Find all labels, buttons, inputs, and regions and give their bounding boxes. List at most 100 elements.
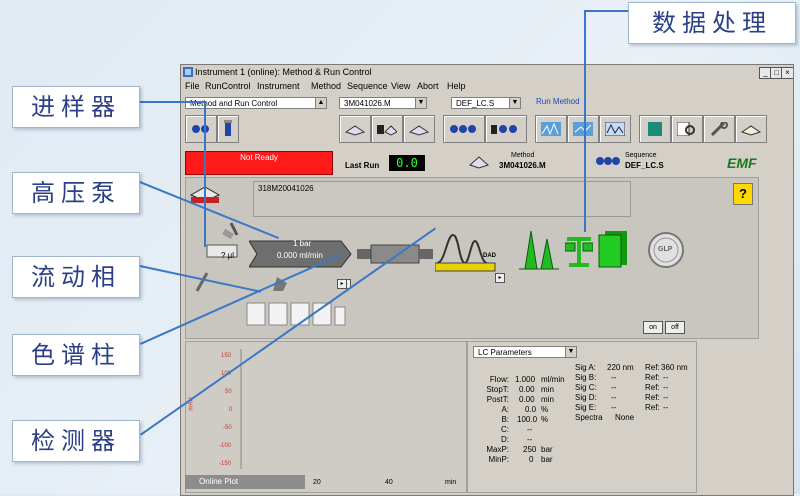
ref-value: -- — [663, 373, 669, 382]
report-button[interactable] — [639, 115, 671, 143]
save-method-button[interactable] — [371, 115, 403, 143]
y-tick: 150 — [221, 353, 232, 359]
connector-line — [140, 101, 206, 103]
signal-value: -- — [611, 383, 617, 392]
signal-param-list: Sig A: 220 nm Ref: 360 nm Sig B: -- Ref: -- Si… — [575, 363, 693, 423]
column-expand-icon[interactable]: ▸ — [337, 279, 347, 289]
menu-sequence[interactable]: Sequence — [347, 80, 388, 93]
connector-line — [584, 10, 630, 12]
signal-value: -- — [611, 403, 617, 412]
tools-icon — [710, 122, 728, 136]
param-unit: bar — [541, 455, 553, 464]
menu-abort[interactable]: Abort — [417, 80, 439, 93]
x-tick: min — [445, 479, 457, 486]
param-unit: min — [541, 385, 554, 394]
load-method-button[interactable] — [339, 115, 371, 143]
y-tick: 0 — [229, 407, 233, 413]
last-run-label: Last Run — [345, 161, 380, 170]
dropdown-arrow-icon[interactable]: ▼ — [415, 98, 426, 108]
vial-tray-button[interactable] — [185, 115, 217, 143]
method-combo-value: 3M041026.M — [344, 99, 391, 108]
ref-value: -- — [663, 403, 669, 412]
ref-value: -- — [663, 393, 669, 402]
param-unit: % — [541, 415, 549, 424]
table-icon — [605, 122, 625, 136]
single-vial-button[interactable] — [217, 115, 239, 143]
balance-icon[interactable] — [565, 233, 593, 267]
verification-button[interactable] — [735, 115, 767, 143]
spectra-value: None — [615, 413, 635, 422]
report-document-icon[interactable] — [597, 229, 629, 269]
help-button[interactable]: ? — [733, 183, 753, 205]
glp-text: GLP — [658, 246, 673, 253]
param-row: MaxP: 250 bar — [473, 445, 593, 455]
online-plot-button[interactable] — [567, 115, 599, 143]
last-run-display: 0.0 — [389, 155, 425, 171]
menu-view[interactable]: View — [391, 80, 410, 93]
view-report-button[interactable] — [671, 115, 703, 143]
param-key: PostT: — [486, 395, 509, 404]
dropdown-arrow-icon[interactable]: ▲ — [315, 98, 326, 108]
menu-method[interactable]: Method — [311, 80, 341, 93]
pump-pressure: 1 bar — [293, 239, 312, 248]
lc-parameters-dropdown[interactable]: LC Parameters ▼ — [473, 346, 577, 358]
menu-instrument[interactable]: Instrument — [257, 80, 300, 93]
param-value: 250 — [523, 445, 537, 454]
vial-tray-icon — [192, 125, 209, 133]
signal-row: Sig C: -- Ref: -- — [575, 383, 693, 393]
off-button[interactable]: off — [665, 321, 685, 334]
sequence-value: DEF_LC.S — [625, 161, 664, 170]
status-text: Not Ready — [240, 153, 278, 162]
load-sequence-button[interactable] — [443, 115, 485, 143]
sequence-vials-icon — [491, 125, 517, 134]
magnifier-icon — [677, 122, 695, 136]
run-method-button[interactable] — [535, 115, 567, 143]
param-unit: bar — [541, 445, 553, 454]
save-book-icon — [377, 125, 397, 136]
ref-value: 360 nm — [661, 363, 688, 372]
dropdown-arrow-icon[interactable]: ▼ — [565, 347, 576, 357]
status-indicator: Not Ready — [185, 151, 333, 175]
view-combo[interactable]: Method and Run Control ▲ — [185, 97, 327, 109]
param-key: B: — [501, 415, 509, 424]
lc-parameters-dropdown-value: LC Parameters — [478, 348, 532, 357]
ref-key: Ref: — [645, 363, 660, 372]
sequence-combo[interactable]: DEF_LC.S ▼ — [451, 97, 521, 109]
param-row: C: -- — [473, 425, 593, 435]
window-title: Instrument 1 (online): Method & Run Cont… — [195, 67, 372, 77]
data-analysis-button[interactable] — [599, 115, 631, 143]
signal-row: Sig E: -- Ref: -- — [575, 403, 693, 413]
ref-value: -- — [663, 383, 669, 392]
chromatogram-peaks-icon[interactable] — [519, 227, 559, 271]
online-plot-tab[interactable]: Online Plot — [185, 475, 305, 489]
save-sequence-button[interactable] — [485, 115, 527, 143]
signal-key: Sig D: — [575, 393, 597, 402]
plot-icon — [573, 122, 593, 136]
edit-method-button[interactable] — [403, 115, 435, 143]
callout-detector: 检测器 — [12, 420, 140, 462]
on-button[interactable]: on — [643, 321, 663, 334]
app-icon — [183, 67, 193, 77]
ref-key: Ref: — [645, 393, 660, 402]
detector-expand-icon[interactable]: ▸ — [495, 273, 505, 283]
close-button[interactable]: × — [781, 67, 793, 79]
y-tick: 50 — [225, 389, 232, 395]
param-value: 0.00 — [519, 395, 535, 404]
method-value: 3M041026.M — [499, 161, 546, 170]
param-row: MinP: 0 bar — [473, 455, 593, 465]
param-value: 1.000 — [515, 375, 536, 384]
signal-value: 220 nm — [607, 363, 634, 372]
dropdown-arrow-icon[interactable]: ▼ — [509, 98, 520, 108]
menu-runcontrol[interactable]: RunControl — [205, 80, 251, 93]
ref-key: Ref: — [645, 373, 660, 382]
x-tick: 40 — [385, 479, 393, 486]
method-combo[interactable]: 3M041026.M ▼ — [339, 97, 427, 109]
param-key: MinP: — [488, 455, 509, 464]
menu-file[interactable]: File — [185, 80, 200, 93]
title-bar: Instrument 1 (online): Method & Run Cont… — [181, 65, 793, 79]
menu-help[interactable]: Help — [447, 80, 466, 93]
diagnosis-button[interactable] — [703, 115, 735, 143]
callout-data-processing: 数据处理 — [628, 2, 796, 44]
pen-book-icon — [741, 125, 761, 136]
detector-icon[interactable] — [435, 229, 505, 273]
